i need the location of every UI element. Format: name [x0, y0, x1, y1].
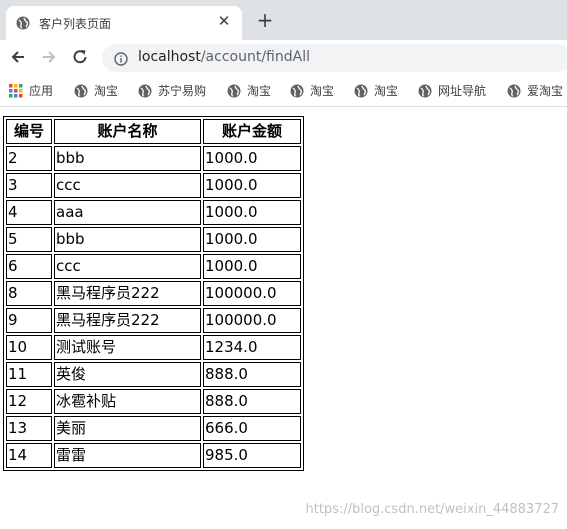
cell-id: 11	[6, 362, 52, 387]
cell-id: 3	[6, 173, 52, 198]
url-text: localhost/account/findAll	[138, 49, 310, 65]
table-row: 11 英俊 888.0	[6, 362, 301, 387]
cell-account-balance: 100000.0	[203, 281, 301, 306]
cell-account-balance: 888.0	[203, 389, 301, 414]
cell-account-name: 美丽	[54, 416, 201, 441]
bookmark-label: 淘宝	[247, 84, 272, 98]
table-row: 14 雷雷 985.0	[6, 443, 301, 468]
cell-account-balance: 888.0	[203, 362, 301, 387]
cell-account-name: 测试账号	[54, 335, 201, 360]
cell-account-name: bbb	[54, 227, 201, 252]
cell-id: 14	[6, 443, 52, 468]
cell-account-name: 黑马程序员222	[54, 281, 201, 306]
cell-account-name: bbb	[54, 146, 201, 171]
cell-id: 8	[6, 281, 52, 306]
cell-account-balance: 1000.0	[203, 200, 301, 225]
cell-account-name: 黑马程序员222	[54, 308, 201, 333]
table-header-row: 编号 账户名称 账户金额	[6, 119, 301, 144]
cell-id: 10	[6, 335, 52, 360]
cell-account-name: 冰雹补贴	[54, 389, 201, 414]
tab-strip: 客户列表页面 ✕ +	[0, 0, 567, 40]
url-host: localhost	[138, 49, 201, 65]
bookmark-item[interactable]: 爱淘宝	[507, 82, 563, 100]
cell-account-name: 雷雷	[54, 443, 201, 468]
table-row: 5 bbb 1000.0	[6, 227, 301, 252]
table-row: 6 ccc 1000.0	[6, 254, 301, 279]
bookmark-label: 淘宝	[94, 84, 119, 98]
bookmark-item[interactable]: 淘宝	[227, 82, 271, 100]
globe-icon	[507, 84, 521, 98]
table-row: 12 冰雹补贴 888.0	[6, 389, 301, 414]
cell-account-balance: 985.0	[203, 443, 301, 468]
bookmark-label: 苏宁易购	[158, 84, 207, 98]
watermark: https://blog.csdn.net/weixin_44883727	[305, 502, 559, 517]
back-arrow-icon[interactable]	[8, 48, 28, 68]
column-header-account-name: 账户名称	[54, 119, 201, 144]
globe-icon	[290, 84, 304, 98]
tab-active[interactable]: 客户列表页面 ✕	[6, 6, 242, 40]
browser-toolbar: localhost/account/findAll	[0, 40, 567, 76]
url-path: /account/findAll	[200, 49, 310, 65]
bookmark-label: 淘宝	[310, 84, 335, 98]
cell-id: 13	[6, 416, 52, 441]
table-row: 2 bbb 1000.0	[6, 146, 301, 171]
bookmark-label: 爱淘宝	[527, 84, 564, 98]
cell-account-balance: 1000.0	[203, 254, 301, 279]
page-content: 编号 账户名称 账户金额 2 bbb 1000.0 3 ccc 1000.0 4…	[3, 116, 304, 471]
bookmark-label: 淘宝	[374, 84, 399, 98]
cell-id: 5	[6, 227, 52, 252]
column-header-id: 编号	[6, 119, 52, 144]
cell-account-balance: 1000.0	[203, 227, 301, 252]
cell-account-name: aaa	[54, 200, 201, 225]
cell-account-balance: 100000.0	[203, 308, 301, 333]
globe-icon	[16, 15, 30, 30]
bookmark-label: 应用	[29, 84, 54, 98]
cell-account-balance: 666.0	[203, 416, 301, 441]
new-tab-button[interactable]: +	[254, 10, 276, 32]
table-row: 4 aaa 1000.0	[6, 200, 301, 225]
globe-icon	[74, 84, 88, 98]
bookmark-item[interactable]: 淘宝	[354, 82, 398, 100]
address-bar[interactable]: localhost/account/findAll	[102, 44, 567, 72]
bookmark-apps[interactable]: 应用	[9, 82, 53, 100]
table-row: 10 测试账号 1234.0	[6, 335, 301, 360]
bookmark-item[interactable]: 淘宝	[74, 82, 118, 100]
table-row: 9 黑马程序员222 100000.0	[6, 308, 301, 333]
close-icon[interactable]: ✕	[216, 13, 232, 29]
globe-icon	[138, 84, 152, 98]
bookmark-item[interactable]: 网址导航	[418, 82, 486, 100]
cell-account-name: ccc	[54, 173, 201, 198]
cell-account-balance: 1234.0	[203, 335, 301, 360]
cell-id: 9	[6, 308, 52, 333]
cell-account-balance: 1000.0	[203, 173, 301, 198]
bookmark-item[interactable]: 淘宝	[290, 82, 334, 100]
cell-account-balance: 1000.0	[203, 146, 301, 171]
forward-arrow-icon[interactable]	[39, 48, 59, 68]
cell-id: 4	[6, 200, 52, 225]
tab-title: 客户列表页面	[39, 17, 112, 31]
cell-id: 2	[6, 146, 52, 171]
accounts-table: 编号 账户名称 账户金额 2 bbb 1000.0 3 ccc 1000.0 4…	[3, 116, 304, 471]
table-row: 8 黑马程序员222 100000.0	[6, 281, 301, 306]
cell-id: 6	[6, 254, 52, 279]
bookmark-label: 网址导航	[438, 84, 487, 98]
globe-icon	[354, 84, 368, 98]
globe-icon	[227, 84, 241, 98]
reload-icon[interactable]	[70, 48, 90, 68]
table-row: 13 美丽 666.0	[6, 416, 301, 441]
info-icon[interactable]	[114, 51, 128, 66]
bookmark-item[interactable]: 苏宁易购	[138, 82, 206, 100]
globe-icon	[418, 84, 432, 98]
column-header-account-balance: 账户金额	[203, 119, 301, 144]
cell-account-name: 英俊	[54, 362, 201, 387]
bookmarks-bar: 应用 淘宝 苏宁易购 淘宝 淘宝 淘宝 网址导航 爱淘宝	[0, 76, 567, 107]
cell-id: 12	[6, 389, 52, 414]
cell-account-name: ccc	[54, 254, 201, 279]
apps-grid-icon	[9, 84, 23, 98]
table-row: 3 ccc 1000.0	[6, 173, 301, 198]
